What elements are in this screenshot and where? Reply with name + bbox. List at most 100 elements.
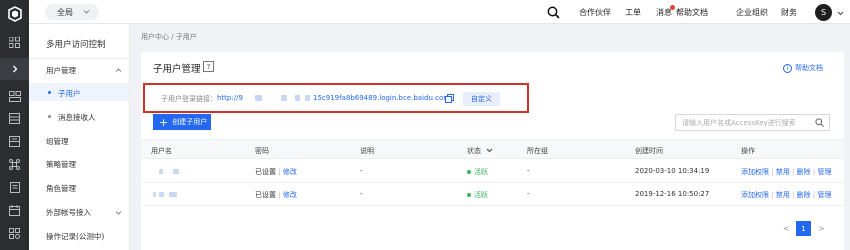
sidebar-item-groups[interactable]: 组管理 [46, 136, 69, 147]
database-icon[interactable] [7, 134, 22, 149]
redacted-username [159, 192, 164, 197]
nav-finance[interactable]: 财务 [781, 7, 797, 18]
sidebar-item-roles[interactable]: 角色管理 [46, 183, 76, 194]
column-username: 用户名 [151, 147, 172, 155]
cloud-service-icon[interactable] [7, 226, 22, 241]
delete-link[interactable]: 删除 [797, 191, 811, 199]
group: - [527, 167, 530, 175]
redacted-username [159, 169, 163, 174]
search-icon[interactable] [547, 6, 560, 19]
column-actions: 操作 [741, 147, 755, 155]
table-row: 已设置 | 修改 - 活跃 - 2019-12-16 10:50:27 添加权限… [141, 183, 844, 206]
sidebar-item-policies[interactable]: 策略管理 [46, 159, 76, 170]
row-actions: 添加权限 | 禁用 | 删除 | 管理 [741, 191, 832, 199]
login-url-suffix[interactable]: 15c919fa8b69489.login.bce.baidu.com [313, 94, 450, 102]
plus-icon: + [159, 115, 169, 129]
manage-link[interactable]: 管理 [817, 191, 831, 199]
message-badge [670, 5, 675, 10]
chevron-down-icon [83, 10, 90, 14]
disable-link[interactable]: 禁用 [776, 168, 790, 176]
expand-chevron-icon[interactable] [0, 58, 29, 80]
column-status[interactable]: 状态 [467, 146, 481, 156]
server-icon[interactable] [7, 111, 22, 126]
redacted-username [169, 192, 177, 197]
redacted-mark [281, 95, 287, 101]
row-actions: 添加权限 | 禁用 | 删除 | 管理 [741, 168, 832, 176]
document-icon[interactable] [7, 180, 22, 195]
breadcrumb[interactable]: 用户中心 / 子用户 [141, 32, 197, 42]
table-row: 已设置 | 修改 - 活跃 - 2020-03-10 10:34:19 添加权限… [141, 160, 844, 183]
redacted-mark [255, 95, 262, 101]
manage-link[interactable]: 管理 [817, 168, 831, 176]
bullet-icon [48, 115, 51, 118]
description: - [360, 190, 363, 198]
chevron-up-icon[interactable] [115, 67, 122, 74]
create-subuser-button[interactable]: + 创建子用户 [153, 114, 211, 130]
nav-help-docs[interactable]: 帮助文档 [676, 7, 708, 18]
page-number-button[interactable]: 1 [796, 221, 811, 236]
redacted-mark [295, 95, 300, 101]
redacted-username [153, 192, 156, 197]
search-field[interactable] [675, 114, 830, 131]
nav-partners[interactable]: 合作伙伴 [579, 7, 611, 18]
icon-rail [0, 0, 29, 250]
avatar[interactable]: S [815, 4, 832, 21]
chevron-down-icon[interactable] [837, 10, 844, 17]
help-docs-label: 帮助文档 [795, 64, 823, 72]
main-card: 子用户管理 ? i 帮助文档 子用户登录链接： http://9 15c919f… [141, 52, 844, 250]
created-time: 2019-12-16 10:50:27 [635, 190, 710, 198]
add-permission-link[interactable]: 添加权限 [741, 191, 769, 199]
password-status: 已设置 | 修改 [255, 191, 297, 199]
bullet-icon [48, 91, 51, 94]
customize-button[interactable]: 自定义 [463, 92, 500, 106]
sidebar: 多用户访问控制 用户管理 子用户 消息接收人 组管理 策略管理 角色管理 外部帐… [29, 24, 130, 250]
sidebar-title: 多用户访问控制 [46, 40, 106, 50]
scope-label: 全局 [57, 7, 73, 17]
column-password: 密码 [255, 147, 269, 155]
divider [29, 58, 129, 59]
calendar-icon[interactable] [7, 203, 22, 218]
sidebar-item-user-management[interactable]: 用户管理 [46, 65, 76, 76]
network-icon[interactable] [7, 157, 22, 172]
page-title: 子用户管理 [153, 64, 201, 75]
info-icon: i [783, 63, 792, 73]
delete-link[interactable]: 删除 [797, 168, 811, 176]
redacted-username [173, 169, 179, 174]
modify-link[interactable]: 修改 [283, 191, 297, 199]
column-created: 创建时间 [635, 147, 663, 155]
prev-page-button[interactable]: < [783, 224, 790, 233]
status-badge: 活跃 [467, 167, 488, 177]
description: - [360, 167, 363, 175]
sidebar-item-external-accounts[interactable]: 外部帐号接入 [46, 207, 91, 218]
create-subuser-label: 创建子用户 [172, 118, 208, 126]
filter-chevron-icon[interactable] [486, 147, 493, 154]
nav-enterprise[interactable]: 企业组织 [736, 7, 768, 18]
modify-link[interactable]: 修改 [283, 168, 297, 176]
redacted-mark [305, 95, 310, 101]
sidebar-item-operation-logs[interactable]: 操作记录(公测中) [46, 231, 104, 242]
scope-selector[interactable]: 全局 [45, 4, 99, 20]
question-icon[interactable]: ? [203, 61, 214, 72]
table-header: 用户名 密码 说明 状态 所在组 创建时间 操作 [141, 139, 844, 159]
help-docs-link[interactable]: i 帮助文档 [783, 63, 823, 73]
chevron-down-icon[interactable] [115, 209, 122, 216]
created-time: 2020-03-10 10:34:19 [635, 167, 710, 175]
group: - [527, 190, 530, 198]
next-page-button[interactable]: > [818, 224, 825, 233]
search-input[interactable] [682, 118, 812, 127]
sidebar-item-message-receivers[interactable]: 消息接收人 [58, 112, 96, 123]
status-badge: 活跃 [467, 190, 488, 200]
nav-tickets[interactable]: 工单 [625, 7, 641, 18]
sidebar-item-subusers[interactable]: 子用户 [58, 88, 81, 99]
modules-icon[interactable] [7, 89, 22, 104]
login-url-prefix[interactable]: http://9 [217, 94, 243, 102]
column-description: 说明 [360, 147, 374, 155]
grid-icon[interactable] [7, 35, 22, 50]
cloud-logo-icon[interactable] [7, 6, 23, 22]
column-group: 所在组 [527, 147, 548, 155]
search-icon[interactable] [815, 118, 824, 127]
disable-link[interactable]: 禁用 [776, 191, 790, 199]
top-header: 全局 合作伙伴 工单 消息 帮助文档 企业组织 财务 S [29, 0, 850, 24]
add-permission-link[interactable]: 添加权限 [741, 168, 769, 176]
copy-icon[interactable] [445, 94, 454, 103]
